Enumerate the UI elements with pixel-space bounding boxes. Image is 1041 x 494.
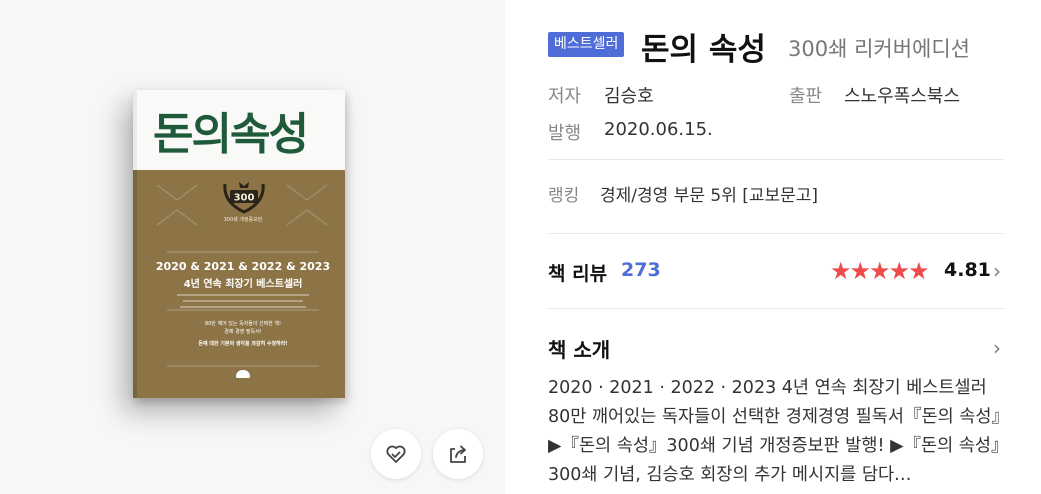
ranking-value[interactable]: 경제/경영 부문 5위 [교보문고]	[600, 181, 818, 206]
cover-bottom: 300 300쇄 개정증보판 2020 & 2021 & 2022 & 2023…	[133, 170, 345, 398]
cover-small-2: 경제 경영 필독서!	[224, 329, 262, 335]
book-detail-page: 돈의속성 300 300쇄 개정증보판 2020 & 2021 & 2022 &…	[0, 0, 1041, 494]
intro-text: 2020 · 2021 · 2022 · 2023 4년 연속 최장기 베스트셀…	[548, 378, 1001, 485]
cover-title: 돈의속성	[153, 109, 309, 160]
date-label: 발행	[548, 123, 582, 144]
chevron-right-icon[interactable]: ›	[993, 259, 1001, 283]
cover-panel: 돈의속성 300 300쇄 개정증보판 2020 & 2021 & 2022 &…	[0, 0, 505, 494]
cover-bestseller: 4년 연속 최장기 베스트셀러	[183, 279, 303, 290]
publisher-label: 출판	[789, 86, 823, 107]
review-count[interactable]: 273	[621, 259, 661, 281]
laurel-badge-icon: 300	[223, 182, 265, 214]
divider	[548, 308, 1004, 309]
cover-fine-text	[177, 294, 309, 296]
cover-years: 2020 & 2021 & 2022 & 2023	[155, 260, 331, 273]
badge-number: 300	[234, 193, 255, 204]
chevron-right-icon[interactable]: ›	[993, 336, 1001, 360]
star-icon: ★	[830, 257, 852, 285]
review-label[interactable]: 책 리뷰	[548, 259, 607, 286]
divider	[548, 233, 1004, 234]
star-icon: ★	[869, 257, 891, 285]
intro-label[interactable]: 책 소개	[548, 334, 610, 363]
publisher-logo	[236, 370, 250, 378]
share-icon	[450, 445, 466, 463]
cover-fine-text	[183, 300, 303, 302]
rating-score: 4.81	[944, 259, 991, 281]
ranking-label: 랭킹	[548, 186, 580, 206]
rating-stars: ★ ★ ★ ★ ★	[830, 257, 930, 285]
cover-top: 돈의속성	[133, 90, 345, 170]
book-cover-image[interactable]: 돈의속성 300 300쇄 개정증보판 2020 & 2021 & 2022 &…	[133, 90, 345, 398]
star-icon: ★	[908, 257, 930, 285]
heart-check-icon	[386, 445, 406, 463]
like-button[interactable]	[371, 429, 421, 479]
cover-fine-text	[180, 306, 306, 308]
cover-small-1: 80만 깨어 있는 독자들이 선택한 책!	[204, 321, 282, 327]
star-icon: ★	[888, 257, 911, 285]
author-label: 저자	[548, 86, 582, 107]
divider	[548, 159, 1004, 160]
publisher-link[interactable]: 스노우폭스북스	[844, 82, 960, 108]
book-edition: 300쇄 리커버에디션	[788, 37, 970, 61]
publish-date: 2020.06.15.	[604, 119, 713, 140]
bestseller-badge: 베스트셀러	[548, 32, 625, 57]
star-icon: ★	[849, 257, 872, 285]
cover-small-3: 돈에 대한 기본의 생각을 과감히 수정하라!	[198, 341, 288, 347]
book-title: 돈의 속성	[641, 32, 766, 68]
share-button[interactable]	[433, 429, 483, 479]
author-link[interactable]: 김승호	[604, 82, 654, 108]
badge-caption: 300쇄 개정증보판	[223, 217, 263, 223]
